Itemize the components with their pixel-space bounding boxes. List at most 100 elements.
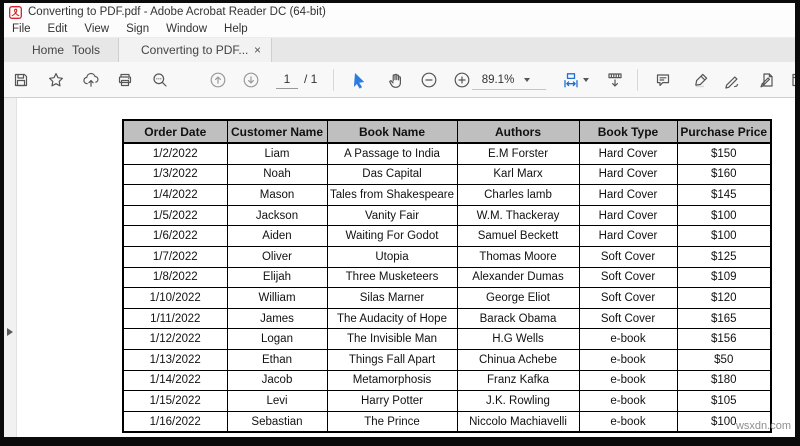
- table-row: 1/13/2022 Ethan Things Fall Apart Chinua Ac…: [122, 348, 772, 371]
- table-cell: 1/10/2022: [122, 287, 228, 309]
- table-cell: $100: [676, 225, 772, 247]
- table-cell: $105: [676, 390, 772, 412]
- page-scrolling-icon[interactable]: [605, 70, 625, 90]
- find-icon[interactable]: [150, 70, 170, 90]
- cloud-share-icon[interactable]: [81, 70, 101, 90]
- table-cell: $165: [676, 307, 772, 330]
- table-cell: Soft Cover: [578, 307, 678, 330]
- table-cell: 1/13/2022: [122, 348, 228, 371]
- table-cell: H.G Wells: [456, 328, 580, 350]
- column-header: Order Date: [122, 119, 228, 144]
- hand-tool-icon[interactable]: [386, 70, 406, 90]
- pdf-table-body: 1/2/2022 Liam A Passage to India E.M Forste…: [122, 142, 772, 433]
- table-row: 1/10/2022 William Silas Marner George Eliot…: [122, 287, 772, 309]
- menu-item-sign[interactable]: Sign: [126, 23, 149, 35]
- menu-item-edit[interactable]: Edit: [48, 23, 68, 35]
- stamp-tools-icon[interactable]: [757, 70, 777, 90]
- chevron-down-icon[interactable]: [583, 78, 589, 82]
- window-title: Converting to PDF.pdf - Adobe Acrobat Re…: [28, 6, 326, 18]
- star-favorites-icon[interactable]: [46, 70, 66, 90]
- menu-item-help[interactable]: Help: [224, 23, 248, 35]
- expand-sidebar-arrow[interactable]: [7, 328, 13, 336]
- table-cell: $156: [676, 328, 772, 350]
- table-cell: William: [226, 287, 328, 309]
- zoom-level-dropdown[interactable]: 89.1%: [472, 71, 546, 90]
- watermark: wsxdn.com: [735, 420, 791, 432]
- table-cell: George Eliot: [456, 287, 580, 309]
- table-cell: 1/5/2022: [122, 204, 228, 227]
- table-cell: Oliver: [226, 245, 328, 268]
- table-row: 1/8/2022 Elijah Three Musketeers Alexander …: [122, 266, 772, 289]
- comment-icon[interactable]: [653, 70, 673, 90]
- navigation-pane-strip: [4, 98, 17, 437]
- table-cell: E.M Forster: [456, 142, 580, 165]
- save-icon[interactable]: [11, 70, 31, 90]
- toolbar-divider: [637, 69, 638, 91]
- table-cell: Things Fall Apart: [326, 348, 458, 371]
- table-cell: Utopia: [326, 245, 458, 268]
- toolbar-divider: [333, 69, 334, 91]
- table-cell: Alexander Dumas: [456, 266, 580, 289]
- table-cell: e-book: [578, 410, 678, 433]
- zoom-level-value: 89.1%: [481, 74, 515, 86]
- table-cell: Charles lamb: [456, 184, 580, 206]
- zoom-in-icon[interactable]: [452, 70, 472, 90]
- next-page-icon[interactable]: [241, 70, 261, 90]
- fill-and-sign-icon[interactable]: [722, 70, 742, 90]
- table-cell: Soft Cover: [578, 266, 678, 289]
- tab-document[interactable]: Converting to PDF.... ×: [118, 38, 272, 62]
- table-cell: Liam: [226, 142, 328, 165]
- menu-item-window[interactable]: Window: [166, 23, 207, 35]
- table-cell: $145: [676, 184, 772, 206]
- page-number-input[interactable]: 1: [276, 71, 298, 89]
- table-cell: 1/11/2022: [122, 307, 228, 330]
- table-row: 1/16/2022 Sebastian The Prince Niccolo Mach…: [122, 410, 772, 433]
- table-row: 1/5/2022 Jackson Vanity Fair W.M. Thackeray…: [122, 204, 772, 227]
- close-icon[interactable]: ×: [254, 44, 261, 56]
- tab-document-label: Converting to PDF....: [141, 43, 248, 57]
- table-row: 1/12/2022 Logan The Invisible Man H.G Wells…: [122, 328, 772, 350]
- table-row: 1/14/2022 Jacob Metamorphosis Franz Kafka e-…: [122, 369, 772, 392]
- tab-tools[interactable]: Tools: [72, 38, 100, 62]
- acrobat-window: Converting to PDF.pdf - Adobe Acrobat Re…: [4, 3, 795, 437]
- table-cell: Tales from Shakespeare: [326, 184, 458, 206]
- table-cell: e-book: [578, 390, 678, 412]
- zoom-out-icon[interactable]: [419, 70, 439, 90]
- table-cell: 1/12/2022: [122, 328, 228, 350]
- table-cell: Silas Marner: [326, 287, 458, 309]
- chevron-down-icon: [524, 78, 530, 82]
- previous-page-icon[interactable]: [208, 70, 228, 90]
- highlight-icon[interactable]: [691, 70, 711, 90]
- table-cell: Karl Marx: [456, 163, 580, 186]
- menu-item-view[interactable]: View: [84, 23, 109, 35]
- table-cell: Barack Obama: [456, 307, 580, 330]
- table-cell: Harry Potter: [326, 390, 458, 412]
- select-tool-icon[interactable]: [349, 70, 369, 90]
- table-cell: 1/6/2022: [122, 225, 228, 247]
- column-header: Book Type: [578, 119, 678, 144]
- print-icon[interactable]: [115, 70, 135, 90]
- table-cell: 1/2/2022: [122, 142, 228, 165]
- table-row: 1/2/2022 Liam A Passage to India E.M Forste…: [122, 142, 772, 165]
- table-cell: $150: [676, 142, 772, 165]
- title-bar: Converting to PDF.pdf - Adobe Acrobat Re…: [4, 3, 795, 21]
- table-cell: Hard Cover: [578, 184, 678, 206]
- table-cell: Hard Cover: [578, 225, 678, 247]
- table-cell: 1/3/2022: [122, 163, 228, 186]
- clipped-tool-icon[interactable]: [788, 70, 795, 90]
- menu-item-file[interactable]: File: [12, 23, 31, 35]
- table-cell: e-book: [578, 369, 678, 392]
- fit-width-icon[interactable]: [561, 70, 581, 90]
- table-header-row: Order Date Customer Name Book Name Authors B…: [122, 119, 772, 144]
- table-cell: J.K. Rowling: [456, 390, 580, 412]
- tab-home[interactable]: Home: [32, 38, 64, 62]
- menu-bar: File Edit View Sign Window Help: [4, 21, 795, 37]
- table-cell: 1/15/2022: [122, 390, 228, 412]
- table-cell: 1/7/2022: [122, 245, 228, 268]
- table-cell: Logan: [226, 328, 328, 350]
- table-cell: $160: [676, 163, 772, 186]
- table-row: 1/11/2022 James The Audacity of Hope Barack…: [122, 307, 772, 330]
- document-pane: Order Date Customer Name Book Name Authors B…: [4, 98, 795, 437]
- table-row: 1/4/2022 Mason Tales from Shakespeare Charl…: [122, 184, 772, 206]
- table-cell: $109: [676, 266, 772, 289]
